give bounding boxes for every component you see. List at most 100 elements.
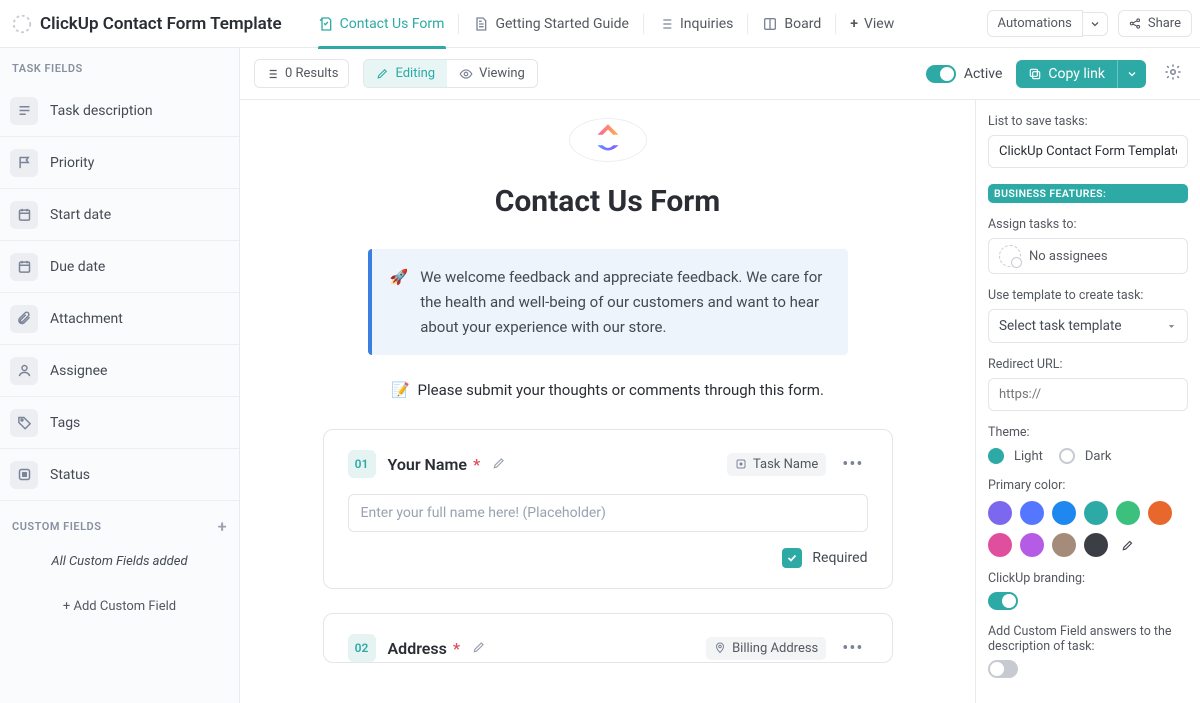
field-number-badge: 01 — [348, 450, 376, 478]
viewing-toggle[interactable]: Viewing — [447, 60, 537, 87]
text-icon — [10, 97, 38, 125]
color-swatch[interactable] — [1020, 533, 1044, 557]
add-custom-field-button[interactable]: + Add Custom Field — [0, 589, 239, 624]
form-logo[interactable] — [569, 118, 647, 162]
form-field-card[interactable]: 02 Address * Billing Address ••• — [323, 613, 893, 663]
field-start-date[interactable]: Start date — [0, 189, 239, 241]
view-tab-board[interactable]: Board — [748, 0, 835, 48]
chevron-down-icon — [1089, 18, 1101, 30]
redirect-url-input[interactable] — [988, 378, 1188, 411]
color-swatch[interactable] — [1116, 501, 1140, 525]
list-save-label: List to save tasks: — [988, 114, 1188, 129]
check-icon — [786, 552, 798, 564]
theme-label: Theme: — [988, 425, 1188, 440]
calendar-icon — [10, 253, 38, 281]
color-swatch[interactable] — [988, 501, 1012, 525]
list-icon — [658, 16, 674, 32]
form-subtext[interactable]: 📝 Please submit your thoughts or comment… — [391, 381, 824, 399]
results-counter[interactable]: 0 Results — [254, 59, 349, 88]
custom-fields-message: All Custom Fields added — [0, 546, 239, 589]
template-label: Use template to create task: — [988, 288, 1188, 303]
add-cf-description-toggle[interactable] — [988, 660, 1018, 678]
color-swatch[interactable] — [1052, 533, 1076, 557]
rocket-emoji: 🚀 — [390, 265, 409, 339]
pencil-icon — [492, 456, 506, 470]
plus-icon: + — [850, 16, 858, 32]
redirect-url-label: Redirect URL: — [988, 357, 1188, 372]
copy-link-dropdown[interactable] — [1117, 60, 1146, 88]
view-tab-label: Getting Started Guide — [495, 16, 629, 32]
view-tab-contact-form[interactable]: Contact Us Form — [304, 0, 459, 48]
field-menu-button[interactable]: ••• — [838, 454, 867, 475]
color-swatch[interactable] — [1020, 501, 1044, 525]
field-status[interactable]: Status — [0, 449, 239, 501]
field-menu-button[interactable]: ••• — [838, 638, 867, 659]
add-view-label: View — [864, 16, 894, 32]
active-toggle[interactable] — [926, 65, 956, 83]
eyedropper-icon — [1121, 538, 1135, 552]
branding-toggle[interactable] — [988, 592, 1018, 610]
field-attachment[interactable]: Attachment — [0, 293, 239, 345]
field-tags[interactable]: Tags — [0, 397, 239, 449]
form-icon — [318, 16, 334, 32]
task-fields-sidebar: TASK FIELDS Task description Priority St… — [0, 48, 240, 703]
branding-label: ClickUp branding: — [988, 571, 1188, 586]
board-icon — [762, 16, 778, 32]
add-custom-field-icon[interactable]: + — [218, 517, 227, 536]
add-cf-description-label: Add Custom Field answers to the descript… — [988, 624, 1188, 654]
field-number-badge: 02 — [348, 634, 376, 662]
form-intro-block[interactable]: 🚀 We welcome feedback and appreciate fee… — [368, 249, 848, 355]
form-settings-panel: List to save tasks: BUSINESS FEATURES: A… — [975, 100, 1200, 703]
color-swatch[interactable] — [1084, 501, 1108, 525]
view-tab-label: Inquiries — [680, 16, 733, 32]
list-save-input[interactable] — [988, 135, 1188, 168]
share-icon — [1129, 17, 1142, 30]
assignees-selector[interactable]: No assignees — [988, 238, 1188, 274]
color-picker-button[interactable] — [1116, 533, 1140, 557]
field-type-pill[interactable]: Task Name — [727, 453, 826, 476]
field-type-pill[interactable]: Billing Address — [706, 637, 826, 660]
field-task-description[interactable]: Task description — [0, 85, 239, 137]
form-title[interactable]: Contact Us Form — [495, 184, 721, 219]
edit-field-name-button[interactable] — [492, 455, 506, 474]
field-label[interactable]: Address * — [388, 639, 461, 658]
settings-button[interactable] — [1160, 59, 1186, 89]
theme-light-radio[interactable] — [988, 448, 1004, 464]
space-avatar[interactable] — [8, 10, 36, 38]
eye-icon — [459, 67, 473, 81]
primary-color-label: Primary color: — [988, 478, 1188, 493]
doc-icon — [473, 16, 489, 32]
color-swatch[interactable] — [1084, 533, 1108, 557]
field-input[interactable] — [348, 494, 868, 532]
form-intro-text: We welcome feedback and appreciate feedb… — [420, 265, 829, 339]
editing-toggle[interactable]: Editing — [364, 60, 447, 87]
field-due-date[interactable]: Due date — [0, 241, 239, 293]
edit-field-name-button[interactable] — [472, 639, 486, 658]
pencil-icon — [472, 640, 486, 654]
field-priority[interactable]: Priority — [0, 137, 239, 189]
flag-icon — [10, 149, 38, 177]
automations-button[interactable]: Automations — [987, 10, 1083, 37]
share-button[interactable]: Share — [1118, 10, 1192, 37]
task-template-select[interactable]: Select task template — [988, 309, 1188, 343]
caret-down-icon — [1166, 321, 1177, 332]
add-view-button[interactable]: + View — [836, 0, 908, 48]
person-icon — [10, 357, 38, 385]
required-checkbox[interactable] — [782, 548, 802, 568]
form-field-card[interactable]: 01 Your Name * Task Name ••• — [323, 429, 893, 589]
color-swatch[interactable] — [1148, 501, 1172, 525]
page-title: ClickUp Contact Form Template — [40, 14, 282, 34]
field-label[interactable]: Your Name * — [388, 455, 481, 474]
view-tab-inquiries[interactable]: Inquiries — [644, 0, 747, 48]
automations-dropdown[interactable] — [1083, 12, 1108, 36]
business-features-tag: BUSINESS FEATURES: — [988, 184, 1188, 203]
theme-dark-radio[interactable] — [1059, 448, 1075, 464]
status-icon — [10, 461, 38, 489]
field-assignee[interactable]: Assignee — [0, 345, 239, 397]
copy-link-button[interactable]: Copy link — [1016, 60, 1117, 88]
attachment-icon — [10, 305, 38, 333]
color-swatch[interactable] — [988, 533, 1012, 557]
active-label: Active — [964, 66, 1003, 82]
view-tab-getting-started[interactable]: Getting Started Guide — [459, 0, 643, 48]
color-swatch[interactable] — [1052, 501, 1076, 525]
